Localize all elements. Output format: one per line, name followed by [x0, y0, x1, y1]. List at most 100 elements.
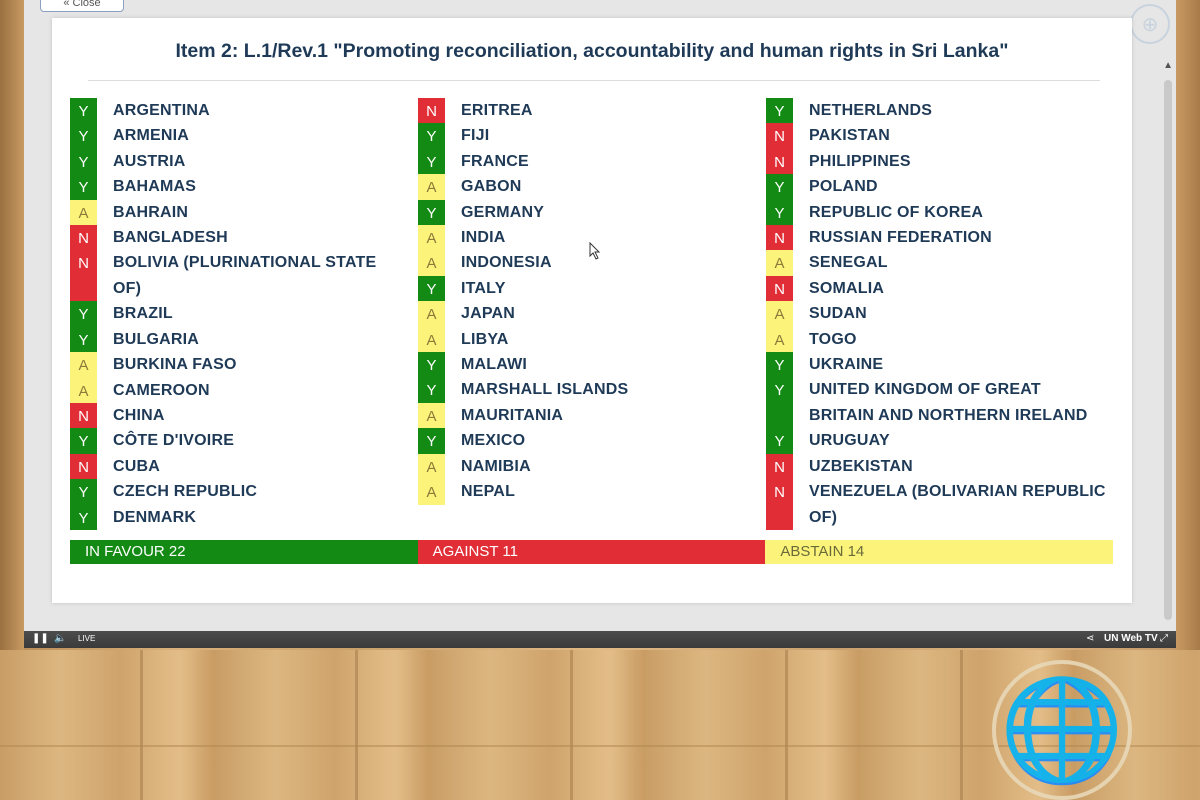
- country-name: BULGARIA: [113, 330, 200, 348]
- country-name: UKRAINE: [809, 356, 884, 374]
- vote-row: N PAKISTAN: [766, 123, 1106, 149]
- country-name: CZECH REPUBLIC: [113, 483, 258, 501]
- vote-row: Y MALAWI: [418, 352, 758, 378]
- vote-row: A JAPAN: [418, 301, 758, 327]
- vote-badge: N: [418, 98, 445, 124]
- column-2: N ERITREA Y FIJI Y FRANCE A GABON Y GERMANY A INDIA…: [418, 98, 758, 505]
- un-emblem-icon: 🌐: [992, 660, 1132, 800]
- vote-row: Y DENMARK: [70, 504, 410, 531]
- country-name: CHINA: [113, 407, 165, 425]
- vote-badge: Y: [418, 275, 445, 302]
- vote-row: N SOMALIA: [766, 275, 1106, 302]
- vote-row: A MAURITANIA: [418, 402, 758, 429]
- country-name: NEPAL: [461, 483, 516, 501]
- vote-badge: Y: [418, 428, 445, 454]
- vote-badge: A: [766, 326, 793, 353]
- vote-badge: N: [766, 479, 793, 531]
- vote-badge: N: [766, 275, 793, 302]
- vote-badge: A: [418, 402, 445, 429]
- vote-badge: N: [70, 225, 97, 251]
- country-name: FRANCE: [461, 152, 529, 170]
- vote-badge: A: [70, 352, 97, 378]
- vote-badge: A: [418, 326, 445, 353]
- vote-badge: N: [70, 250, 97, 302]
- live-label: LIVE: [78, 634, 96, 643]
- vote-row: A LIBYA: [418, 326, 758, 353]
- vote-row: N PHILIPPINES: [766, 148, 1106, 175]
- country-name: BAHAMAS: [113, 178, 197, 196]
- vote-row: N UZBEKISTAN: [766, 453, 1106, 480]
- vote-badge: A: [766, 301, 793, 327]
- country-name: INDONESIA: [461, 254, 552, 272]
- vote-row: Y ARMENIA: [70, 123, 410, 149]
- vote-row: Y UKRAINE: [766, 352, 1106, 378]
- vote-badge: Y: [766, 428, 793, 454]
- vote-row: Y FIJI: [418, 123, 758, 149]
- country-name: FIJI: [461, 127, 490, 145]
- country-name: SENEGAL: [809, 254, 888, 272]
- country-name: ERITREA: [461, 102, 533, 119]
- wood-seam: [570, 650, 573, 800]
- country-name: MARSHALL ISLANDS: [461, 381, 629, 399]
- fullscreen-icon[interactable]: ⤢: [1160, 633, 1168, 644]
- scrollbar[interactable]: [1164, 80, 1172, 620]
- vote-row: Y UNITED KINGDOM OF GREAT BRITAIN AND NOR…: [766, 377, 1106, 429]
- vote-row: Y ARGENTINA: [70, 98, 410, 124]
- vote-badge: N: [766, 123, 793, 149]
- country-name: REPUBLIC OF KOREA: [809, 203, 984, 221]
- video-player: « Close ⊕ ▲ Item 2: L.1/Rev.1 "Promoting…: [24, 0, 1176, 648]
- vote-badge: N: [766, 225, 793, 251]
- vote-row: Y BRAZIL: [70, 301, 410, 327]
- vote-badge: Y: [70, 174, 97, 200]
- vote-row: A NAMIBIA: [418, 453, 758, 480]
- mouse-cursor-icon: [589, 242, 601, 260]
- vote-row: Y CÔTE D'IVOIRE: [70, 428, 410, 454]
- country-name: TOGO: [809, 330, 857, 348]
- close-label: Close: [72, 0, 101, 9]
- country-name: PHILIPPINES: [809, 152, 911, 170]
- wall-left: [0, 0, 24, 650]
- vote-row: Y BAHAMAS: [70, 174, 410, 200]
- country-name: AUSTRIA: [113, 152, 186, 170]
- country-name: GERMANY: [461, 203, 545, 221]
- vote-badge: N: [766, 453, 793, 480]
- country-name: MAURITANIA: [461, 406, 564, 424]
- country-name: SUDAN: [809, 305, 867, 323]
- vote-badge: Y: [766, 377, 793, 429]
- vote-badge: A: [418, 250, 445, 276]
- vote-row: Y URUGUAY: [766, 428, 1106, 454]
- vote-badge: A: [418, 225, 445, 251]
- vote-badge: Y: [70, 326, 97, 353]
- vote-row: N CUBA: [70, 453, 410, 480]
- totals-bar: IN FAVOUR 22 AGAINST 11 ABSTAIN 14: [70, 540, 1114, 564]
- vote-row: A BAHRAIN: [70, 199, 410, 226]
- vote-row: Y MARSHALL ISLANDS: [418, 377, 758, 403]
- pause-icon[interactable]: ❚❚: [32, 633, 49, 644]
- vote-row: Y MEXICO: [418, 428, 758, 454]
- country-name: ARGENTINA: [113, 102, 210, 119]
- wood-seam: [785, 650, 788, 800]
- vote-badge: N: [70, 453, 97, 480]
- vote-badge: Y: [70, 428, 97, 454]
- country-name: VENEZUELA (BOLIVARIAN REPUBLIC OF): [809, 483, 1106, 526]
- country-name: BANGLADESH: [113, 229, 228, 247]
- country-name: URUGUAY: [809, 432, 890, 450]
- column-3: Y NETHERLANDS N PAKISTAN N PHILIPPINES Y POLAND…: [766, 98, 1106, 531]
- vote-row: Y CZECH REPUBLIC: [70, 479, 410, 505]
- scroll-up-icon[interactable]: ▲: [1163, 60, 1173, 71]
- vote-badge: Y: [418, 377, 445, 403]
- vote-row: N VENEZUELA (BOLIVARIAN REPUBLIC OF): [766, 479, 1106, 531]
- country-name: CUBA: [113, 457, 161, 475]
- country-name: UZBEKISTAN: [809, 457, 913, 475]
- chevron-left-icon: «: [63, 0, 73, 9]
- country-name: SOMALIA: [809, 279, 885, 297]
- volume-icon[interactable]: 🔈: [54, 633, 66, 644]
- wood-seam: [140, 650, 143, 800]
- share-icon[interactable]: ⋖: [1086, 633, 1094, 644]
- close-button[interactable]: « Close: [40, 0, 124, 12]
- vote-row: N BOLIVIA (PLURINATIONAL STATE OF): [70, 250, 410, 302]
- country-name: NETHERLANDS: [809, 102, 933, 119]
- vote-badge: N: [70, 403, 97, 429]
- vote-badge: Y: [766, 352, 793, 378]
- vote-row: N CHINA: [70, 403, 410, 429]
